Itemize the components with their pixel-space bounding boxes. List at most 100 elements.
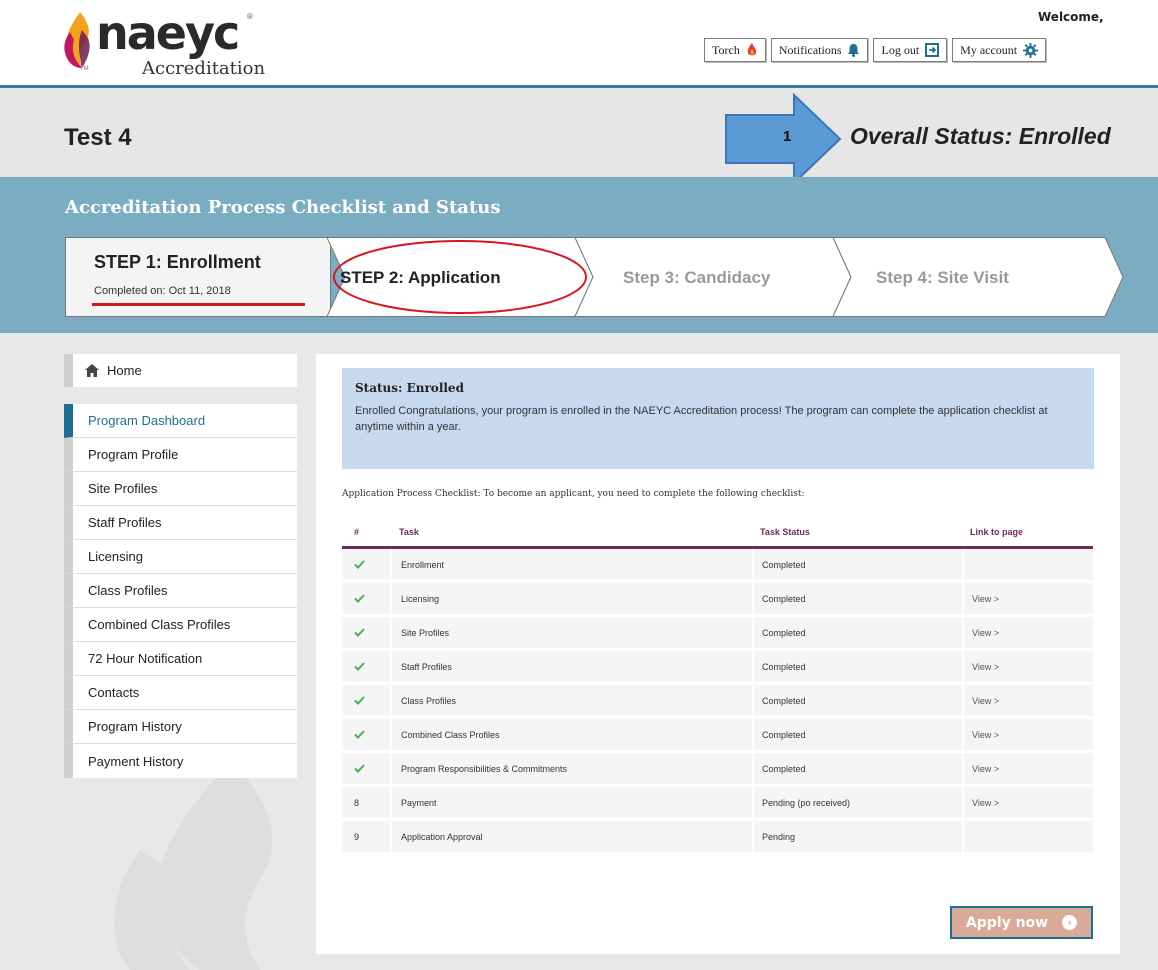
sidebar-home-label: Home: [107, 363, 142, 378]
table-row: Enrollment Completed: [342, 549, 1093, 583]
step-4-label[interactable]: Step 4: Site Visit: [876, 268, 1009, 288]
sidebar-item-label: Class Profiles: [88, 583, 168, 598]
row-number: 8: [354, 797, 360, 808]
sidebar-home[interactable]: Home: [64, 354, 297, 387]
home-icon: [85, 364, 99, 377]
torch-button[interactable]: Torch: [704, 38, 766, 62]
sidebar-item-staff-profiles[interactable]: Staff Profiles: [64, 506, 297, 540]
row-task: Staff Profiles: [390, 651, 752, 682]
col-number-header: #: [354, 527, 360, 537]
torch-icon: [747, 43, 757, 56]
sidebar-item-payment-history[interactable]: Payment History: [64, 744, 297, 778]
top-nav: Torch Notifications Log out My account: [704, 38, 1047, 62]
sidebar-item-program-dashboard[interactable]: Program Dashboard: [64, 404, 297, 438]
step-3-label[interactable]: Step 3: Candidacy: [623, 268, 770, 288]
sidebar-item-label: Staff Profiles: [88, 515, 162, 530]
checklist-intro: Application Process Checklist: To become…: [342, 489, 805, 499]
col-link-header: Link to page: [970, 527, 1024, 537]
checklist-table: # Task Task Status Link to page Enrollme…: [342, 518, 1093, 855]
sidebar-item-label: Program Profile: [88, 447, 179, 462]
row-task: Enrollment: [390, 549, 752, 580]
sidebar-item-licensing[interactable]: Licensing: [64, 540, 297, 574]
row-task: Site Profiles: [390, 617, 752, 648]
logo-text: naeyc: [96, 6, 240, 60]
notifications-button[interactable]: Notifications: [770, 38, 869, 62]
torch-label: Torch: [712, 42, 740, 57]
logo-tm: TM: [80, 66, 89, 72]
row-task: Application Approval: [390, 821, 752, 852]
sidebar-item-combined-class-profiles[interactable]: Combined Class Profiles: [64, 608, 297, 642]
header: naeyc ® Accreditation TM Welcome, Torch …: [0, 0, 1158, 88]
my-account-button[interactable]: My account: [952, 38, 1047, 62]
col-status-header: Task Status: [760, 527, 810, 537]
table-row: 9 Application Approval Pending: [342, 821, 1093, 855]
row-status: Completed: [752, 719, 962, 750]
row-view-link: [962, 821, 1093, 852]
row-view-link: [962, 549, 1093, 580]
sidebar-item-class-profiles[interactable]: Class Profiles: [64, 574, 297, 608]
table-row: Licensing Completed View >: [342, 583, 1093, 617]
sidebar-item-72-hour-notification[interactable]: 72 Hour Notification: [64, 642, 297, 676]
step-1-completed-date: Completed on: Oct 11, 2018: [94, 285, 231, 297]
row-view-link[interactable]: View >: [962, 651, 1093, 682]
sidebar-item-label: Site Profiles: [88, 481, 158, 496]
step-1-annotation-underline: [92, 303, 305, 306]
table-row: Site Profiles Completed View >: [342, 617, 1093, 651]
apply-now-button[interactable]: Apply now ›: [950, 906, 1093, 939]
row-view-link[interactable]: View >: [962, 617, 1093, 648]
logo-subtitle: Accreditation: [142, 58, 266, 79]
my-account-label: My account: [960, 42, 1018, 57]
row-number: 9: [354, 831, 360, 842]
logout-button[interactable]: Log out: [873, 38, 948, 62]
sidebar-item-contacts[interactable]: Contacts: [64, 676, 297, 710]
logout-label: Log out: [881, 42, 920, 57]
table-row: Program Responsibilities & Commitments Co…: [342, 753, 1093, 787]
row-status: Completed: [752, 685, 962, 716]
sidebar-item-site-profiles[interactable]: Site Profiles: [64, 472, 297, 506]
overall-status: Overall Status: Enrolled: [850, 123, 1111, 149]
check-icon: [342, 594, 390, 603]
flame-logo-icon: [64, 12, 90, 68]
row-view-link[interactable]: View >: [962, 753, 1093, 784]
check-icon: [342, 560, 390, 569]
status-text: Enrolled Congratulations, your program i…: [355, 405, 1048, 433]
row-view-link[interactable]: View >: [962, 583, 1093, 614]
step-1-label: STEP 1: Enrollment: [94, 252, 261, 272]
row-view-link[interactable]: View >: [962, 719, 1093, 750]
check-icon: [342, 696, 390, 705]
check-icon: [342, 730, 390, 739]
gear-icon: [1023, 42, 1039, 58]
row-status: Completed: [752, 583, 962, 614]
naeyc-logo[interactable]: naeyc ® Accreditation TM: [62, 6, 292, 80]
sidebar-item-program-history[interactable]: Program History: [64, 710, 297, 744]
row-view-link[interactable]: View >: [962, 787, 1093, 818]
table-row: Staff Profiles Completed View >: [342, 651, 1093, 685]
notifications-label: Notifications: [778, 42, 842, 57]
row-view-link[interactable]: View >: [962, 685, 1093, 716]
sidebar-item-program-profile[interactable]: Program Profile: [64, 438, 297, 472]
table-body: Enrollment Completed Licensing Completed Vie…: [342, 549, 1093, 855]
status-title: Status: Enrolled: [355, 381, 464, 395]
row-task: Payment: [390, 787, 752, 818]
row-task: Combined Class Profiles: [390, 719, 752, 750]
bell-icon: [848, 44, 860, 57]
background-flame-icon: [113, 760, 273, 970]
logo-registered: ®: [247, 12, 253, 21]
row-status: Completed: [752, 753, 962, 784]
sidebar-item-label: Contacts: [88, 685, 140, 700]
sidebar-item-label: Program History: [88, 719, 182, 734]
logout-icon: [925, 43, 940, 57]
sidebar-item-label: Program Dashboard: [88, 413, 206, 428]
check-icon: [342, 764, 390, 773]
table-row: Class Profiles Completed View >: [342, 685, 1093, 719]
check-icon: [342, 628, 390, 637]
process-title: Accreditation Process Checklist and Stat…: [65, 197, 501, 218]
col-task-header: Task: [399, 527, 419, 537]
welcome-text: Welcome,: [1038, 10, 1104, 24]
row-task: Licensing: [390, 583, 752, 614]
sidebar-nav: Program Dashboard Program Profile Site P…: [64, 404, 297, 778]
step-2-label[interactable]: STEP 2: Application: [340, 268, 501, 288]
row-status: Pending (po received): [752, 787, 962, 818]
row-task: Class Profiles: [390, 685, 752, 716]
apply-now-label: Apply now: [965, 914, 1049, 931]
